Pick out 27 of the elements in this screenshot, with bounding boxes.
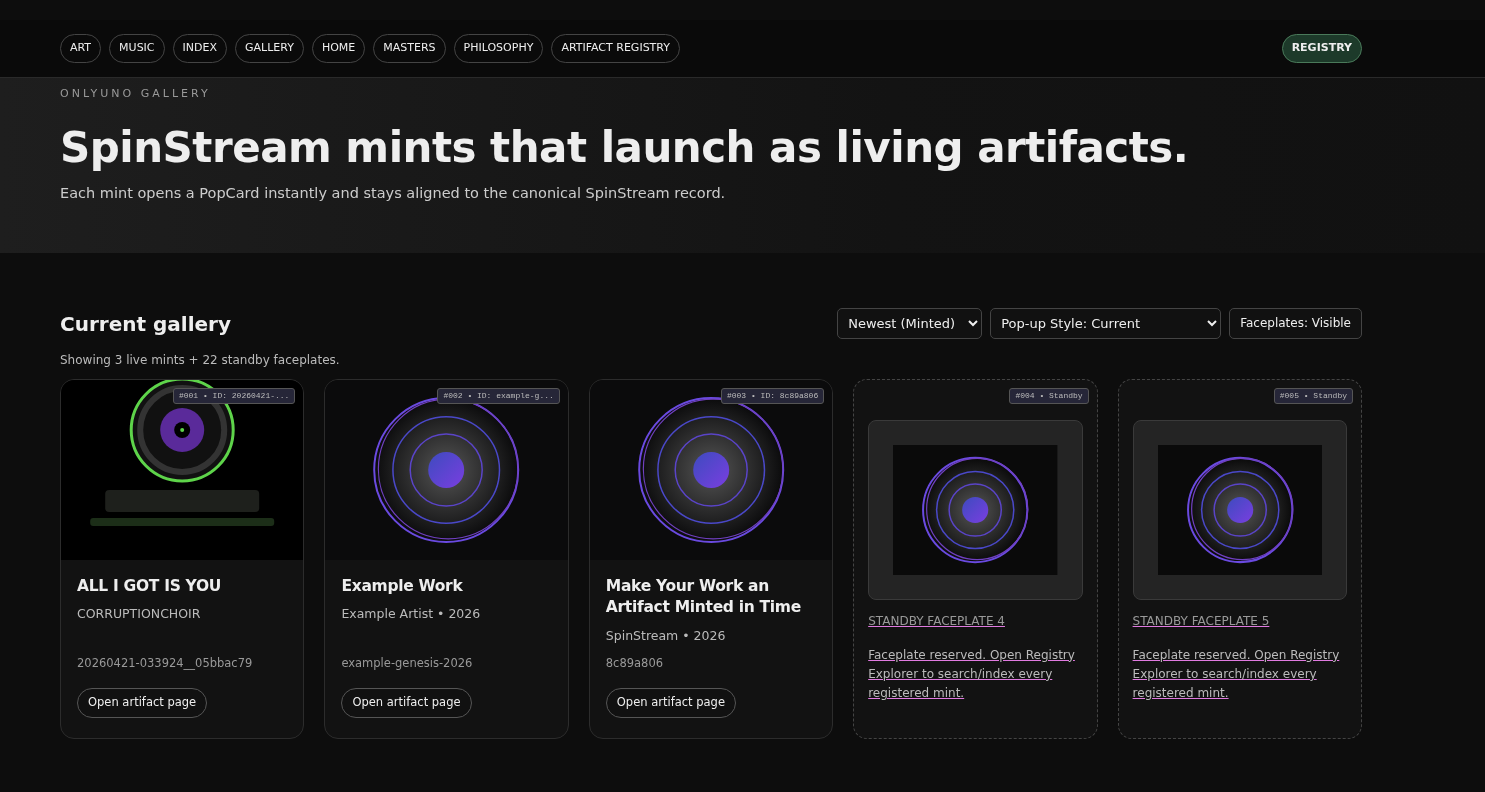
open-artifact-button[interactable]: Open artifact page (605, 688, 736, 718)
registry-button[interactable]: REGISTRY (1281, 34, 1362, 63)
id-badge: #004 • Standby (1009, 387, 1089, 404)
card-title: Example Work (341, 575, 464, 597)
faceplates-button[interactable]: Faceplates: Visible (1229, 307, 1362, 339)
hero-title: SpinStream mints that launch as living artifacts. (60, 122, 1190, 173)
open-artifact-button[interactable]: Open artifact page (341, 688, 472, 718)
card-id: example-genesis-2026 (341, 655, 474, 673)
faceplate-description: Faceplate reserved. Open Registry Explorer to search/index every registered mint. (1132, 646, 1341, 702)
eyebrow-text: ONLYUNO GALLERY (60, 86, 212, 102)
faceplate-link[interactable]: STANDBY FACEPLATE 5 (1132, 611, 1270, 630)
card-title: ALL I GOT IS YOU (77, 575, 223, 597)
faceplate-link[interactable]: STANDBY FACEPLATE 4 (868, 611, 1005, 630)
open-artifact-button[interactable]: Open artifact page (77, 688, 208, 718)
summary-text: Showing 3 live mints + 22 standby faceplates. (60, 351, 341, 369)
card-title: Make Your Work an Artifact Minted in Time (605, 575, 802, 619)
card-id: 8c89a806 (605, 655, 665, 673)
card-id: 20260421-033924__05bbac79 (77, 655, 254, 673)
sort-select[interactable]: Newest (Minted) (837, 307, 983, 339)
hero-subtitle: Each mint opens a PopCard instantly and stays aligned to the canonical SpinStream record. (60, 183, 727, 203)
id-badge: #005 • Standby (1273, 387, 1353, 404)
card-meta: CORRUPTIONCHOIR (77, 605, 202, 624)
card-meta: Example Artist • 2026 (341, 605, 482, 624)
faceplate-description: Faceplate reserved. Open Registry Explorer to search/index every registered mint. (868, 646, 1076, 702)
popup-style-select[interactable]: Pop-up Style: Current (990, 307, 1222, 339)
section-title: Current gallery (60, 310, 231, 338)
card-meta: SpinStream • 2026 (605, 627, 727, 645)
